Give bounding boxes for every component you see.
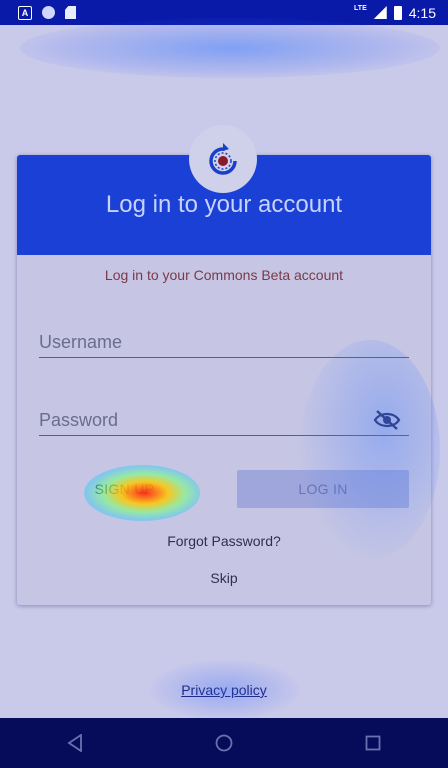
username-field-container [39,328,409,358]
username-input[interactable] [39,328,369,356]
signal-icon [373,6,387,19]
commons-logo-icon [189,125,257,193]
skip-button[interactable]: Skip [17,570,431,586]
recents-icon[interactable] [353,723,393,763]
privacy-policy-link[interactable]: Privacy policy [0,682,448,698]
navigation-bar [0,718,448,768]
back-icon[interactable] [55,723,95,763]
log-in-button[interactable]: LOG IN [237,470,409,508]
page-title: Log in to your account [105,191,343,218]
clock: 4:15 [408,4,436,21]
sign-up-button[interactable]: SIGN UP [87,470,162,508]
heatmap-overlay [20,18,440,78]
system-icons: LTE 4:15 [354,5,436,21]
sd-card-icon [65,6,76,19]
status-bar: A LTE 4:15 [0,0,448,25]
battery-icon [393,5,402,20]
password-input[interactable] [39,406,369,434]
login-card: Log in to your account Log in to your Co… [17,125,431,605]
lte-indicator: LTE [354,5,367,12]
app-notification-icon: A [18,5,32,20]
login-subtitle: Log in to your Commons Beta account [104,267,344,283]
forgot-password-link[interactable]: Forgot Password? [17,533,431,549]
password-field-container [39,406,409,436]
notification-icons: A [18,5,76,20]
sync-notification-icon [42,6,55,19]
home-icon[interactable] [204,723,244,763]
password-visibility-toggle-icon[interactable] [373,408,401,432]
